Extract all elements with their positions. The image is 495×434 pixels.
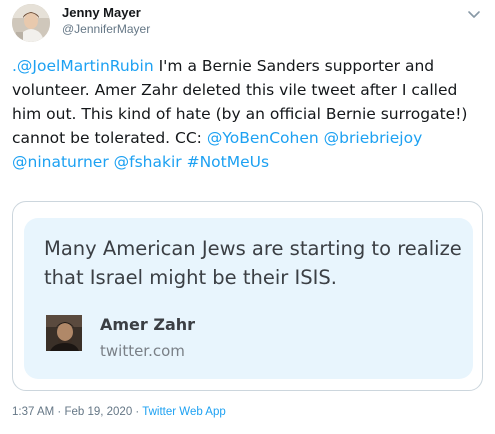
mention-ninaturner[interactable]: @ninaturner (12, 153, 109, 171)
tweet-date[interactable]: Feb 19, 2020 (64, 406, 132, 418)
mention-fshakir[interactable]: @fshakir (114, 153, 182, 171)
chevron-down-icon[interactable] (467, 10, 481, 20)
hashtag-notmeus[interactable]: #NotMeUs (187, 153, 269, 171)
tweet-time[interactable]: 1:37 AM (12, 406, 54, 418)
embedded-domain: twitter.com (100, 342, 185, 360)
embedded-author-avatar (46, 315, 82, 351)
avatar-photo (12, 4, 50, 42)
tweet-meta: 1:37 AM · Feb 19, 2020 · Twitter Web App (12, 406, 226, 418)
embedded-avatar-photo (46, 315, 82, 351)
tweet-text: .@JoelMartinRubin I'm a Bernie Sanders s… (12, 54, 488, 174)
tweet: Jenny Mayer @JenniferMayer .@JoelMartinR… (0, 0, 495, 434)
mention-joelmartinrubin[interactable]: .@JoelMartinRubin (12, 57, 154, 75)
author-avatar[interactable] (12, 4, 50, 42)
attached-image[interactable]: Many American Jews are starting to reali… (12, 201, 483, 391)
mention-briebriejoy[interactable]: @briebriejoy (324, 129, 423, 147)
author-name[interactable]: Jenny Mayer (62, 5, 141, 20)
embedded-tweet-screenshot: Many American Jews are starting to reali… (24, 218, 473, 379)
mention-yobencohen[interactable]: @YoBenCohen (207, 129, 319, 147)
meta-separator: · (132, 406, 143, 418)
tweet-source-app[interactable]: Twitter Web App (142, 406, 226, 418)
author-handle[interactable]: @JenniferMayer (62, 22, 150, 36)
embedded-quote-text: Many American Jews are starting to reali… (44, 237, 462, 289)
meta-separator: · (54, 406, 65, 418)
embedded-author-name: Amer Zahr (100, 315, 196, 334)
